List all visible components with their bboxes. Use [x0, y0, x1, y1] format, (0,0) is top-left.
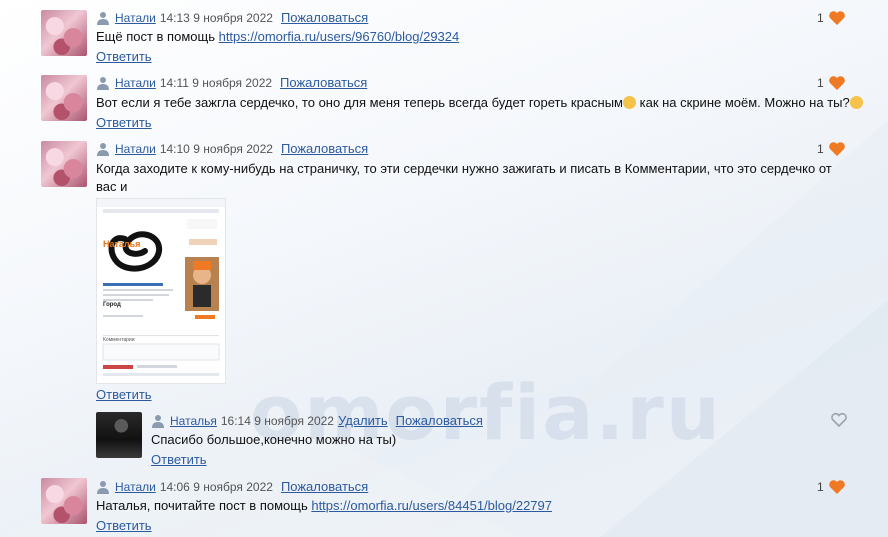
comment-text-part: Ещё пост в помощь: [96, 29, 219, 44]
heart-filled-icon: [828, 142, 845, 156]
like-button[interactable]: 1: [817, 10, 846, 26]
comment-text-part: как на скрине моём. Можно на ты?: [636, 95, 850, 110]
timestamp: 14:13 9 ноября 2022: [159, 10, 273, 25]
like-button[interactable]: [826, 412, 848, 428]
comment-text: Спасибо большое,конечно можно на ты): [151, 432, 397, 447]
user-icon: [97, 76, 109, 90]
like-button[interactable]: 1: [817, 141, 846, 157]
report-link[interactable]: Пожаловаться: [281, 10, 368, 25]
timestamp: 14:06 9 ноября 2022: [159, 479, 273, 494]
heart-filled-icon: [828, 480, 845, 494]
avatar[interactable]: [41, 75, 87, 121]
comment-meta: Натали 14:11 9 ноября 2022 Пожаловаться: [96, 75, 367, 90]
heart-filled-icon: [828, 11, 845, 25]
screenshot-name: Наталья: [103, 239, 141, 249]
timestamp: 16:14 9 ноября 2022: [220, 413, 334, 428]
username-link[interactable]: Наталья: [170, 414, 217, 428]
timestamp: 14:11 9 ноября 2022: [159, 75, 273, 90]
reply-link[interactable]: Ответить: [96, 518, 152, 533]
username-link[interactable]: Натали: [115, 76, 156, 90]
like-count: 1: [817, 11, 824, 25]
timestamp: 14:10 9 ноября 2022: [159, 141, 273, 156]
comment-text: Вот если я тебе зажгла сердечко, то оно …: [96, 94, 863, 112]
screenshot-drawing: [97, 199, 225, 376]
user-icon: [97, 480, 109, 494]
like-count: 1: [817, 76, 824, 90]
reply-link[interactable]: Ответить: [96, 115, 152, 130]
report-link[interactable]: Пожаловаться: [281, 479, 368, 494]
like-count: 1: [817, 142, 824, 156]
username-link[interactable]: Натали: [115, 142, 156, 156]
comment-text-line: Когда заходите к кому-нибудь на страничк…: [96, 161, 832, 194]
screenshot-field: Город: [103, 302, 121, 308]
username-link[interactable]: Натали: [115, 480, 156, 494]
reply-link[interactable]: Ответить: [96, 49, 152, 64]
comment-meta: Наталья 16:14 9 ноября 2022 Удалить Пожа…: [151, 413, 483, 428]
hugging-emoji-icon: [623, 96, 636, 109]
heart-filled-icon: [828, 76, 845, 90]
avatar[interactable]: [41, 10, 87, 56]
comment-meta: Натали 14:10 9 ноября 2022 Пожаловаться: [96, 141, 368, 156]
user-icon: [97, 142, 109, 156]
comment-text: Ещё пост в помощь https://omorfia.ru/use…: [96, 28, 459, 46]
blog-link[interactable]: https://omorfia.ru/users/96760/blog/2932…: [219, 29, 460, 44]
reply-link[interactable]: Ответить: [151, 452, 207, 467]
comment-meta: Натали 14:06 9 ноября 2022 Пожаловаться: [96, 479, 368, 494]
comment-text-part: Вот если я тебе зажгла сердечко, то оно …: [96, 95, 623, 110]
reply-link[interactable]: Ответить: [96, 387, 152, 402]
report-link[interactable]: Пожаловаться: [396, 413, 483, 428]
like-count: 1: [817, 480, 824, 494]
heart-outline-icon: [831, 412, 847, 428]
blog-link[interactable]: https://omorfia.ru/users/84451/blog/2279…: [311, 498, 552, 513]
user-icon: [152, 414, 164, 428]
user-icon: [97, 11, 109, 25]
delete-link[interactable]: Удалить: [338, 413, 388, 428]
comment-text-part: Наталья, почитайте пост в помощь: [96, 498, 312, 513]
like-button[interactable]: 1: [817, 75, 846, 91]
avatar[interactable]: [41, 478, 87, 524]
avatar[interactable]: [41, 141, 87, 187]
avatar[interactable]: [96, 412, 142, 458]
comment-text: Наталья, почитайте пост в помощь https:/…: [96, 497, 552, 515]
winking-emoji-icon: [849, 96, 863, 109]
attached-screenshot[interactable]: Наталья Город Комментарии: [96, 198, 226, 384]
screenshot-comments-label: Комментарии: [103, 337, 135, 343]
like-button[interactable]: 1: [817, 479, 846, 495]
comment-meta: Натали 14:13 9 ноября 2022 Пожаловаться: [96, 10, 368, 25]
username-link[interactable]: Натали: [115, 11, 156, 25]
report-link[interactable]: Пожаловаться: [280, 75, 367, 90]
report-link[interactable]: Пожаловаться: [281, 141, 368, 156]
